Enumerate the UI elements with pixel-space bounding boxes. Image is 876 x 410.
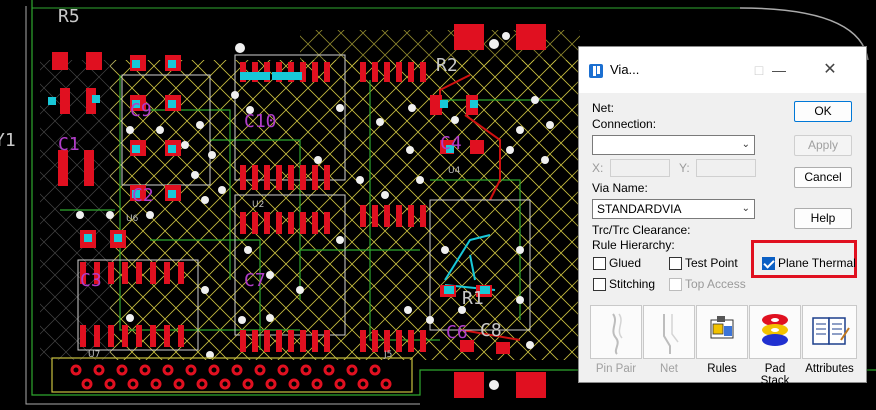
dialog-titlebar[interactable]: Via... — □ ✕	[579, 47, 866, 93]
chevron-down-icon: ⌄	[741, 203, 750, 214]
trc-clearance-label: Trc/Trc Clearance:	[592, 223, 691, 237]
board-label-c3: C3	[80, 270, 102, 291]
close-icon[interactable]: ✕	[815, 57, 845, 83]
maximize-icon: □	[754, 62, 764, 78]
board-label-u6: U6	[126, 214, 139, 224]
board-label-c8: C8	[480, 320, 502, 341]
glued-label: Glued	[609, 256, 642, 270]
pin-pair-button	[590, 305, 642, 359]
connection-combobox[interactable]: ⌄	[592, 135, 755, 155]
pin-pair-icon	[612, 313, 623, 355]
board-label-u2: U2	[252, 200, 265, 210]
board-label-c1: C1	[58, 134, 80, 155]
app-icon	[589, 64, 603, 78]
top-access-label: Top Access	[685, 277, 746, 291]
board-label-r5: R5	[58, 6, 80, 27]
pad-stack-icon	[762, 314, 788, 346]
dialog-title: Via...	[610, 62, 640, 77]
apply-button: Apply	[794, 135, 852, 156]
top-access-checkbox	[669, 278, 682, 291]
via-name-combobox[interactable]: STANDARDVIA ⌄	[592, 199, 755, 219]
board-label-c10: C10	[244, 111, 277, 132]
board-label-r2: R2	[436, 55, 458, 76]
pin-pair-label: Pin Pair	[595, 363, 637, 375]
board-label-r1: R1	[462, 288, 484, 309]
connection-label: Connection:	[592, 117, 657, 131]
glued-checkbox[interactable]	[593, 257, 606, 270]
attributes-button[interactable]	[802, 305, 857, 359]
board-label-c4: C4	[440, 133, 462, 154]
via-dialog: Via... — □ ✕ Net: Connection: ⌄ X: Y: Vi…	[578, 46, 867, 387]
attributes-icon	[812, 317, 850, 345]
stitching-label: Stitching	[609, 277, 656, 291]
pad-stack-label: Pad Stack	[760, 363, 790, 387]
rules-icon	[710, 316, 734, 339]
help-button[interactable]: Help	[794, 208, 852, 229]
plane-thermal-checkbox[interactable]	[762, 257, 775, 270]
via-name-label: Via Name:	[592, 181, 648, 195]
board-label-u4: U4	[448, 166, 461, 176]
net-label: Net:	[592, 101, 615, 115]
test-point-checkbox[interactable]	[669, 257, 682, 270]
net-tool-label: Net	[660, 363, 678, 375]
via-name-value: STANDARDVIA	[597, 202, 682, 216]
plane-thermal-label: Plane Thermal	[778, 256, 856, 270]
board-label-j5: J5	[384, 350, 393, 360]
rules-label: Rules	[707, 363, 737, 375]
pad-stack-button[interactable]	[749, 305, 801, 359]
y-label: Y:	[679, 161, 690, 175]
chevron-down-icon: ⌄	[741, 139, 750, 150]
board-label-y1: Y1	[0, 130, 16, 151]
stitching-checkbox[interactable]	[593, 278, 606, 291]
board-label-c6: C6	[446, 322, 468, 343]
y-field	[696, 159, 756, 177]
attributes-label: Attributes	[805, 363, 854, 375]
test-point-label: Test Point	[685, 256, 738, 270]
net-button	[643, 305, 695, 359]
board-label-c9: C9	[130, 100, 152, 121]
cancel-button[interactable]: Cancel	[794, 167, 852, 188]
board-label-c2: C2	[132, 185, 154, 206]
x-field	[610, 159, 670, 177]
rules-button[interactable]	[696, 305, 748, 359]
x-label: X:	[592, 161, 604, 175]
ok-button[interactable]: OK	[794, 101, 852, 122]
board-label-u7: U7	[88, 350, 101, 360]
board-label-c7: C7	[244, 270, 266, 291]
rule-hierarchy-label: Rule Hierarchy:	[592, 238, 675, 252]
net-icon	[663, 314, 679, 354]
